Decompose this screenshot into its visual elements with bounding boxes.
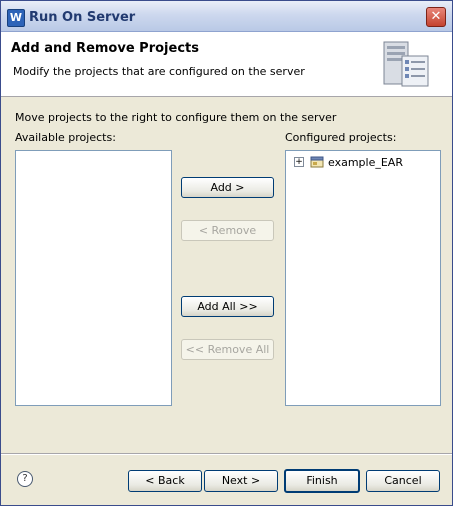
- instruction-text: Move projects to the right to configure …: [15, 111, 337, 124]
- finish-button[interactable]: Finish: [284, 469, 360, 493]
- title-bar[interactable]: W Run On Server ✕: [1, 1, 452, 32]
- app-icon: W: [7, 9, 25, 27]
- run-on-server-dialog: W Run On Server ✕ Add and Remove Project…: [0, 0, 453, 506]
- add-button[interactable]: Add >: [181, 177, 274, 198]
- add-all-button[interactable]: Add All >>: [181, 296, 274, 317]
- cancel-button[interactable]: Cancel: [366, 470, 440, 492]
- next-button[interactable]: Next >: [204, 470, 278, 492]
- configured-projects-label: Configured projects:: [285, 131, 397, 144]
- available-projects-list[interactable]: [15, 150, 172, 406]
- tree-item-example-ear[interactable]: + example_EAR: [294, 154, 403, 170]
- wizard-banner: Add and Remove Projects Modify the proje…: [1, 32, 452, 97]
- close-button[interactable]: ✕: [426, 7, 446, 27]
- remove-all-button[interactable]: << Remove All: [181, 339, 274, 360]
- window-title: Run On Server: [29, 10, 136, 25]
- footer-separator: [1, 453, 452, 455]
- ear-project-icon: [310, 156, 324, 168]
- configured-projects-tree[interactable]: + example_EAR: [285, 150, 441, 406]
- tree-item-label: example_EAR: [328, 155, 403, 169]
- remove-button[interactable]: < Remove: [181, 220, 274, 241]
- page-title: Add and Remove Projects: [11, 41, 199, 56]
- expand-icon[interactable]: +: [294, 157, 304, 167]
- back-button[interactable]: < Back: [128, 470, 202, 492]
- help-icon[interactable]: ?: [17, 471, 33, 487]
- server-icon: [383, 41, 429, 87]
- page-description: Modify the projects that are configured …: [13, 65, 305, 78]
- available-projects-label: Available projects:: [15, 131, 116, 144]
